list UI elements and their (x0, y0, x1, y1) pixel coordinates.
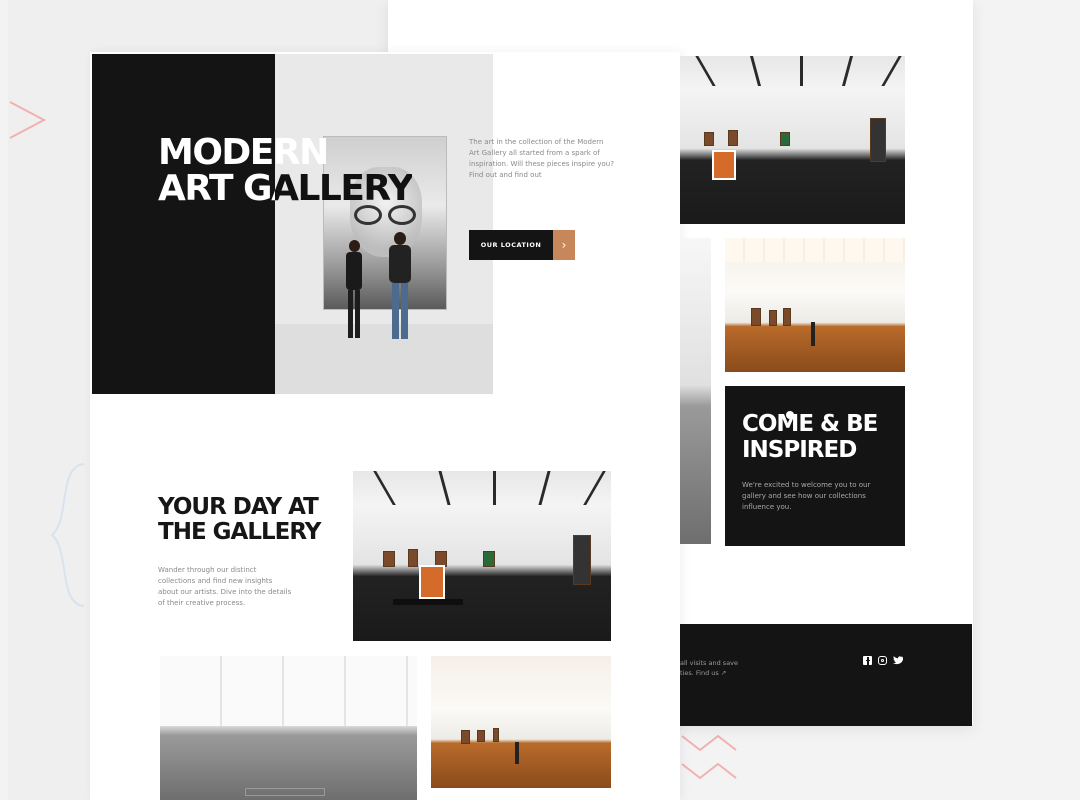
inspired-description: We're excited to welcome you to our gall… (742, 481, 871, 511)
zigzag-decoration-icon (681, 734, 737, 780)
inspired-title-line2: INSPIRED (742, 437, 857, 463)
chevron-decoration-icon (9, 101, 47, 139)
gallery-hall-photo (353, 471, 611, 641)
hero-description: The art in the collection of the Modern … (469, 138, 614, 179)
day-title-line2: THE GALLERY (158, 519, 321, 545)
ceiling-hall-photo (160, 656, 417, 800)
hero-title-line2-text: ART GALLERY (158, 168, 414, 209)
hero-title-line1: MODERN (158, 132, 329, 173)
inspired-title-line1: COME & BE (742, 411, 878, 437)
twitter-icon[interactable] (893, 656, 903, 665)
inspired-card (725, 386, 905, 546)
hero-black-panel (92, 54, 275, 394)
brace-decoration-icon (50, 463, 85, 607)
portrait-artwork (323, 136, 447, 310)
social-icons (863, 656, 903, 665)
arrow-right-icon: › (553, 230, 575, 260)
day-title-line1: YOUR DAY AT (158, 494, 319, 520)
our-location-label: OUR LOCATION (469, 230, 553, 260)
footer-line2: ties. Find us ↗ (680, 669, 727, 677)
instagram-icon[interactable] (878, 656, 887, 665)
facebook-icon[interactable] (863, 656, 872, 665)
mockup-canvas: MODERN ART GALLERY The art in the collec… (0, 0, 1080, 800)
cropped-photo-strip (680, 238, 711, 544)
our-location-button[interactable]: OUR LOCATION › (469, 230, 575, 260)
gallery-hall-photo-top (680, 56, 905, 224)
footer-line1: all visits and save (680, 659, 739, 667)
visitor-figure (387, 232, 413, 346)
warm-gallery-photo-small (431, 656, 611, 788)
hero-photo (275, 54, 493, 394)
hero-title-line2: ART GALLERY (158, 171, 414, 207)
day-description: Wander through our distinct collections … (158, 566, 292, 607)
visitor-figure (345, 240, 363, 344)
warm-gallery-photo (725, 238, 905, 372)
